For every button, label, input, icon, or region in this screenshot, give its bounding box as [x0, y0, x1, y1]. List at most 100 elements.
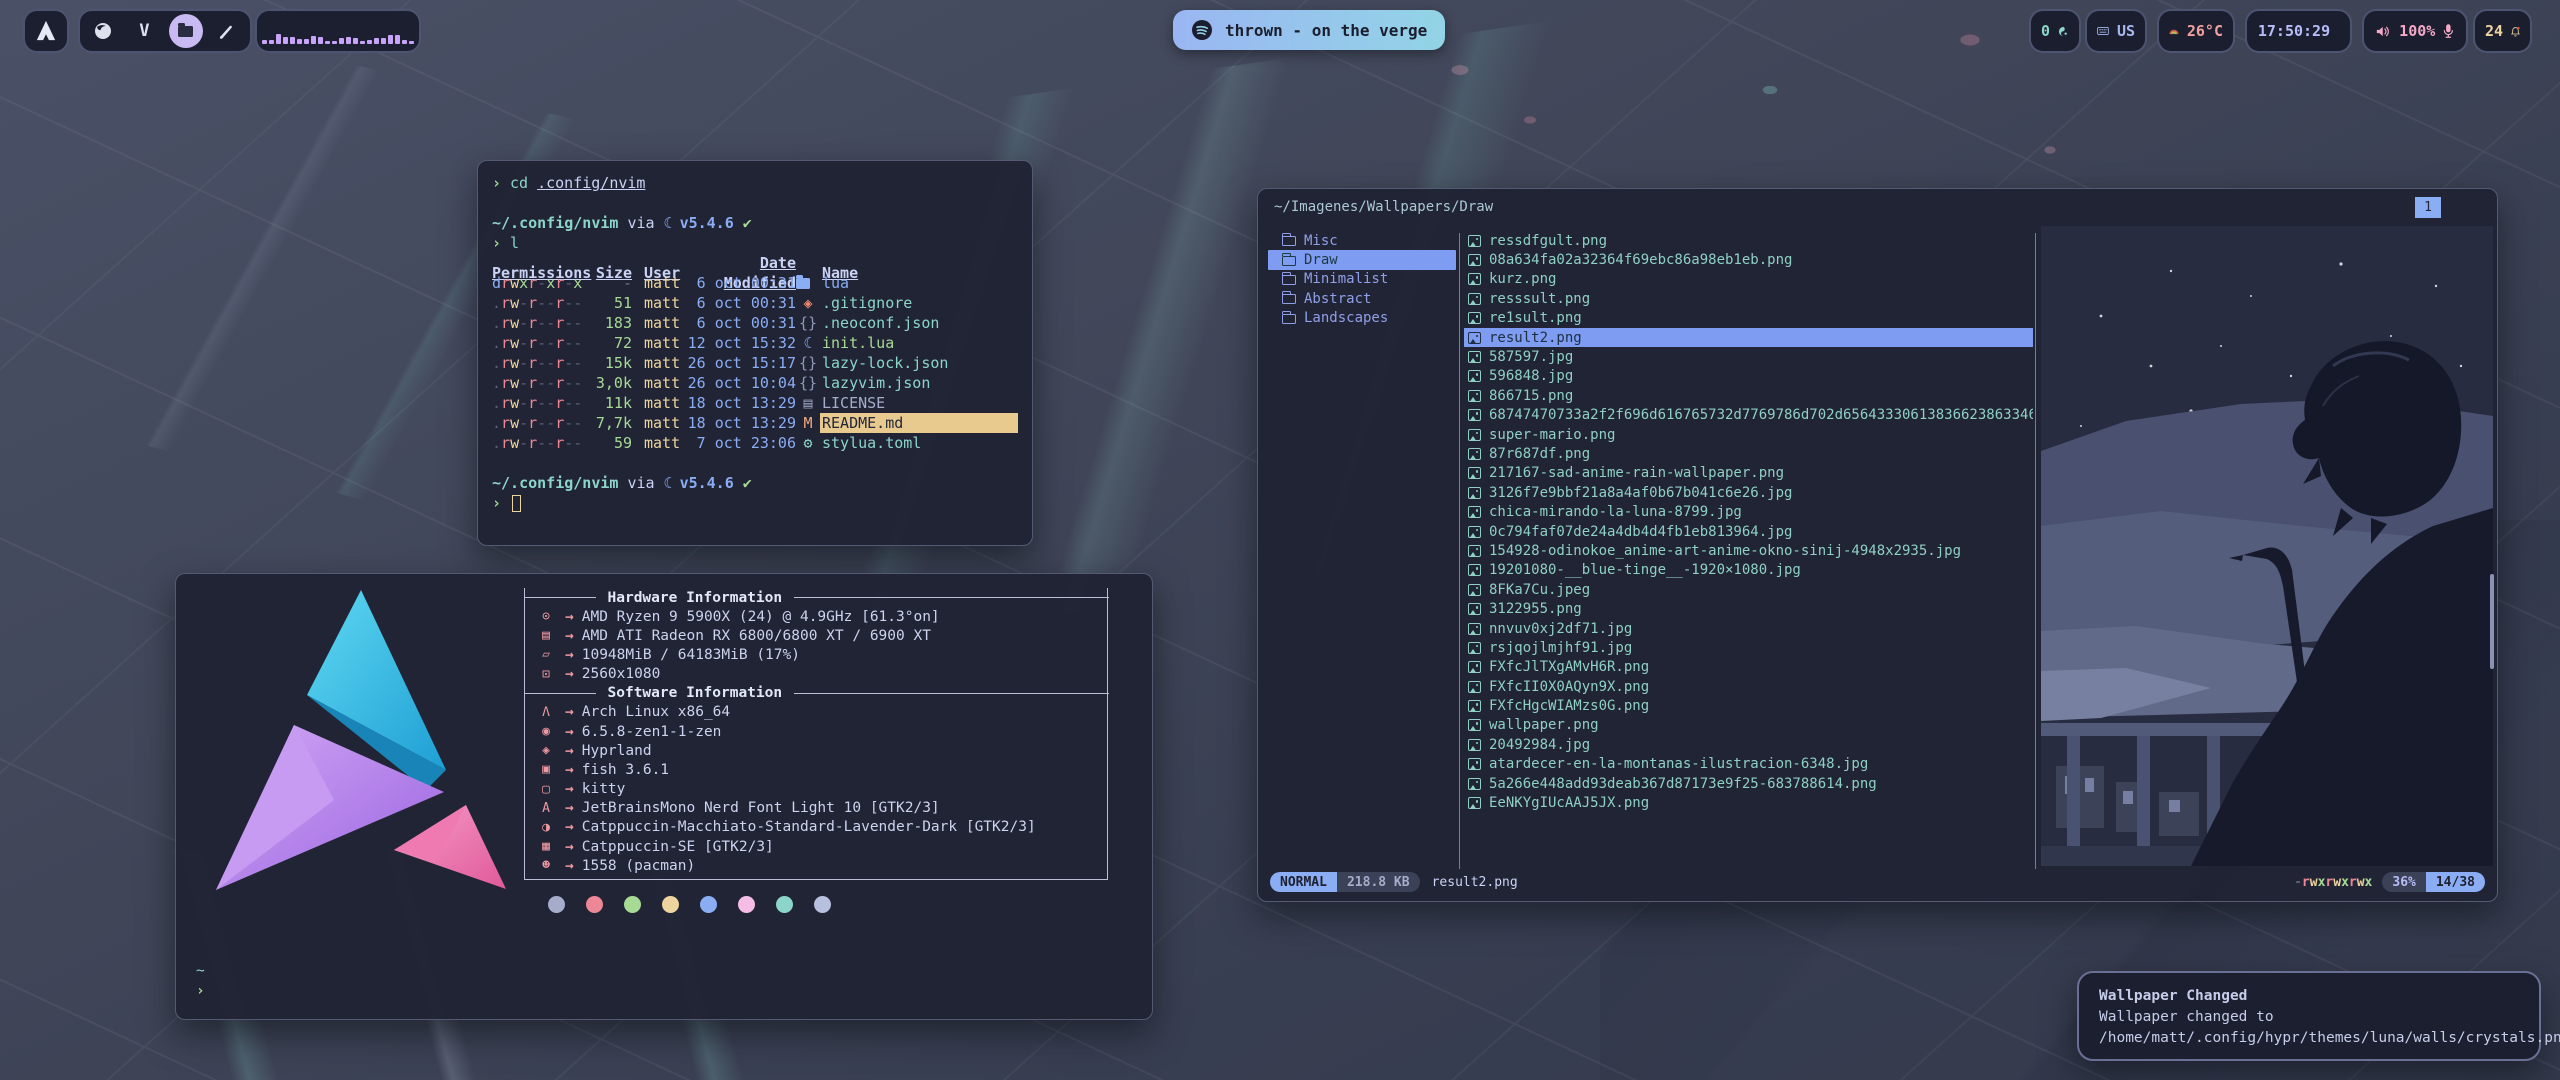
packages-icon: ☻ — [533, 858, 559, 873]
cava-bar — [388, 35, 393, 44]
file-row[interactable]: FXfcII0X0AQyn9X.png — [1464, 677, 2033, 696]
theme-icon: ◑ — [533, 820, 559, 835]
tab-indicator[interactable]: 1 — [2415, 197, 2441, 218]
info-value: AMD ATI Radeon RX 6800/6800 XT / 6900 XT — [582, 628, 931, 644]
file-date: 6 oct 00:31 — [684, 293, 796, 313]
sidebar-folder[interactable]: Minimalist — [1268, 270, 1456, 289]
file-row[interactable]: atardecer-en-la-montanas-ilustracion-634… — [1464, 755, 2033, 774]
file-permissions: .rw-r--r-- — [492, 313, 588, 333]
image-file-icon — [1468, 526, 1481, 538]
file-row[interactable]: nnvuv0xj2df71.jpg — [1464, 619, 2033, 638]
file-name: 154928-odinokoe_anime-art-anime-okno-sin… — [1489, 543, 1961, 559]
file-row[interactable]: 3122955.png — [1464, 599, 2033, 618]
file-row[interactable]: ressdfgult.png — [1464, 231, 2033, 250]
sidebar-folder[interactable]: Abstract — [1268, 289, 1456, 308]
file-row[interactable]: 217167-sad-anime-rain-wallpaper.png — [1464, 464, 2033, 483]
arrow-icon: → — [565, 724, 574, 740]
file-row[interactable]: 5a266e448add93deab367d87173e9f25-6837886… — [1464, 774, 2033, 793]
file-row[interactable]: chica-mirando-la-luna-8799.jpg — [1464, 502, 2033, 521]
tray-notifications[interactable]: 24 — [2473, 9, 2532, 53]
file-size: - — [588, 273, 638, 293]
tray-clock[interactable]: 17:50:29 — [2245, 9, 2352, 53]
file-row[interactable]: super-mario.png — [1464, 425, 2033, 444]
file-row[interactable]: FXfcJlTXgAMvH6R.png — [1464, 658, 2033, 677]
workspace-files[interactable] — [169, 14, 203, 48]
tray-volume[interactable]: 100% — [2362, 9, 2468, 53]
file-row[interactable]: result2.png — [1464, 328, 2033, 347]
crystal-arch-logo — [194, 580, 539, 900]
audio-visualizer[interactable] — [255, 9, 421, 53]
file-row[interactable]: wallpaper.png — [1464, 716, 2033, 735]
file-row[interactable]: 587597.jpg — [1464, 347, 2033, 366]
arrow-icon: → — [565, 704, 574, 720]
file-name: 866715.png — [1489, 388, 1573, 404]
file-row[interactable]: 866715.png — [1464, 386, 2033, 405]
media-player-pill[interactable]: thrown - on the verge — [1173, 10, 1445, 50]
cava-bar — [381, 38, 386, 44]
cava-bar — [311, 36, 316, 44]
file-row[interactable]: re1sult.png — [1464, 309, 2033, 328]
file-row[interactable]: 08a634fa02a32364f69ebc86a98eb1eb.png — [1464, 250, 2033, 269]
file-manager-window[interactable]: ~/Imagenes/Wallpapers/Draw 1 Misc Draw M… — [1257, 188, 2498, 902]
notification-popup[interactable]: Wallpaper Changed Wallpaper changed to /… — [2077, 971, 2541, 1061]
file-permissions: -rwxrwxrwx — [2294, 875, 2372, 890]
info-row: ▢ → kitty — [525, 780, 1107, 799]
file-size: 183 — [588, 313, 638, 333]
file-row[interactable]: 596848.jpg — [1464, 367, 2033, 386]
arrow-icon: → — [565, 666, 574, 682]
cava-bar — [276, 34, 281, 44]
volume-value: 100% — [2399, 22, 2435, 40]
preview-image — [2041, 226, 2493, 866]
info-value: 1558 (pacman) — [582, 858, 696, 874]
file-date: 18 oct 13:29 — [684, 413, 796, 433]
arrow-icon: → — [565, 628, 574, 644]
palette-dot — [738, 896, 755, 913]
file-row[interactable]: 8FKa7Cu.jpeg — [1464, 580, 2033, 599]
file-type-icon: ⚙ — [796, 433, 820, 453]
tray-keyboard-layout[interactable]: US — [2085, 9, 2147, 53]
palette-dot — [776, 896, 793, 913]
app-launcher-button[interactable] — [23, 9, 69, 53]
file-row[interactable]: FXfcHgcWIAMzs0G.png — [1464, 696, 2033, 715]
kernel-icon: ◉ — [533, 724, 559, 739]
file-row[interactable]: resssult.png — [1464, 289, 2033, 308]
fetch-window[interactable]: Hardware Information ⊙ → AMD Ryzen 9 590… — [175, 573, 1153, 1020]
image-file-icon — [1468, 235, 1481, 247]
info-value: fish 3.6.1 — [582, 762, 669, 778]
file-type-icon: ◈ — [796, 293, 820, 313]
file-user: matt — [638, 313, 684, 333]
file-row[interactable]: 3126f7e9bbf21a8a4af0b67b041c6e26.jpg — [1464, 483, 2033, 502]
command: cd — [510, 173, 528, 193]
file-name: chica-mirando-la-luna-8799.jpg — [1489, 504, 1742, 520]
file-name: wallpaper.png — [1489, 717, 1599, 733]
workspace-vim[interactable]: V — [127, 14, 161, 48]
file-row[interactable]: 20492984.jpg — [1464, 735, 2033, 754]
hardware-section-header: Hardware Information — [524, 588, 1109, 607]
workspace-paint[interactable] — [210, 14, 244, 48]
file-row[interactable]: 0c794faf07de24a4db4d4fb1eb813964.jpg — [1464, 522, 2033, 541]
info-row: ▤ → AMD ATI Radeon RX 6800/6800 XT / 690… — [525, 626, 1107, 645]
cava-bar — [332, 41, 337, 44]
image-file-icon — [1468, 758, 1481, 770]
file-row[interactable]: 154928-odinokoe_anime-art-anime-okno-sin… — [1464, 541, 2033, 560]
workspace-firefox[interactable] — [86, 14, 120, 48]
file-user: matt — [638, 373, 684, 393]
terminal-window[interactable]: ›cd.config/nvim ~/.config/nvimvia☾v5.4.6… — [477, 160, 1033, 546]
sidebar-folder[interactable]: Draw — [1268, 250, 1456, 269]
tray-updates[interactable]: 0 — [2029, 9, 2081, 53]
file-row[interactable]: 87r687df.png — [1464, 444, 2033, 463]
file-row[interactable]: kurz.png — [1464, 270, 2033, 289]
file-name: README.md — [820, 413, 1018, 433]
tray-weather[interactable]: 26°C — [2157, 9, 2235, 53]
sidebar-folder[interactable]: Misc — [1268, 231, 1456, 250]
file-row[interactable]: EeNKYgIUcAAJ5JX.png — [1464, 793, 2033, 812]
scrollbar-thumb[interactable] — [2490, 574, 2494, 669]
image-file-icon — [1468, 778, 1481, 790]
file-row[interactable]: 68747470733a2f2f696d616765732d7769786d70… — [1464, 406, 2033, 425]
window-manager-icon: ◈ — [533, 743, 559, 758]
sidebar-folder[interactable]: Landscapes — [1268, 309, 1456, 328]
image-file-icon — [1468, 254, 1481, 266]
file-row[interactable]: 19201080-__blue-tinge__-1920×1080.jpg — [1464, 561, 2033, 580]
file-name: FXfcII0X0AQyn9X.png — [1489, 679, 1649, 695]
file-row[interactable]: rsjqojlmjhf91.jpg — [1464, 638, 2033, 657]
